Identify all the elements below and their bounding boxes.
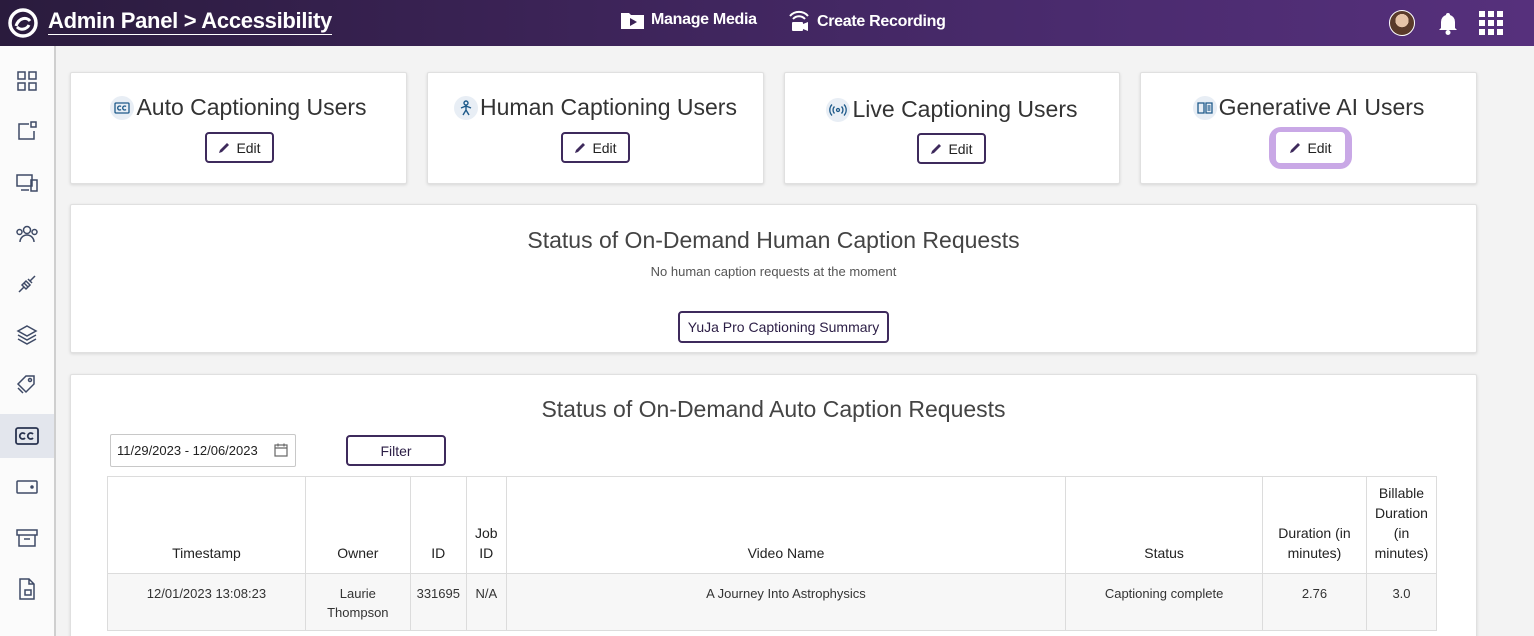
manage-media-button[interactable]: Manage Media [620, 10, 757, 30]
sidebar-item-content[interactable] [0, 109, 54, 153]
sidebar [0, 46, 56, 636]
yuja-logo-icon[interactable] [7, 7, 39, 39]
users-icon [16, 225, 38, 243]
user-avatar[interactable] [1389, 10, 1415, 36]
pencil-icon [931, 143, 942, 154]
auto-captioning-title: Auto Captioning Users [71, 94, 406, 121]
content-icon [18, 121, 37, 140]
auto-requests-title: Status of On-Demand Auto Caption Request… [541, 396, 1006, 422]
layers-icon [16, 325, 38, 345]
create-recording-label: Create Recording [817, 13, 946, 30]
live-captioning-title: Live Captioning Users [785, 96, 1119, 123]
manage-media-label: Manage Media [651, 11, 757, 28]
cell-id: 331695 [409, 573, 467, 631]
col-id[interactable]: ID [409, 476, 467, 574]
media-folder-icon [621, 13, 644, 29]
create-recording-button[interactable]: Create Recording [787, 10, 946, 34]
date-range-input[interactable]: 11/29/2023 - 12/06/2023 [110, 434, 296, 467]
sidebar-item-reports[interactable] [0, 567, 54, 611]
cell-duration: 2.76 [1262, 573, 1367, 631]
cell-owner: Laurie Thompson [304, 573, 411, 631]
auto-captioning-edit-button[interactable]: Edit [205, 132, 274, 163]
live-captioning-edit-button[interactable]: Edit [917, 133, 986, 164]
no-requests-message: No human caption requests at the moment [650, 264, 897, 279]
cell-status: Captioning complete [1065, 573, 1264, 631]
generative-ai-card: Generative AI Users Edit [1140, 72, 1477, 184]
sidebar-item-users[interactable] [0, 212, 54, 256]
col-status[interactable]: Status [1065, 476, 1264, 574]
top-bar: Admin Panel > Accessibility Manage Media… [0, 0, 1534, 46]
calendar-icon[interactable] [274, 443, 288, 457]
col-duration[interactable]: Duration (in minutes) [1262, 476, 1367, 574]
table-header-row: Timestamp Owner ID Job ID Video Name Sta… [107, 476, 1438, 574]
sidebar-item-storage[interactable] [0, 465, 54, 509]
archive-icon [16, 529, 38, 547]
pro-captioning-summary-button[interactable]: YuJa Pro Captioning Summary [678, 311, 889, 343]
auto-requests-table: Timestamp Owner ID Job ID Video Name Sta… [107, 476, 1438, 631]
storage-icon [16, 480, 38, 494]
cell-timestamp: 12/01/2023 13:08:23 [107, 573, 306, 631]
col-job-id[interactable]: Job ID [465, 476, 507, 574]
sidebar-item-dashboard[interactable] [0, 59, 54, 103]
dashboard-icon [17, 71, 37, 91]
integrations-icon [18, 275, 36, 293]
table-row[interactable]: 12/01/2023 13:08:23 Laurie Thompson 3316… [107, 573, 1438, 631]
cell-job-id: N/A [465, 573, 507, 631]
sidebar-item-layers[interactable] [0, 313, 54, 357]
filter-button[interactable]: Filter [346, 435, 446, 466]
pencil-icon [1290, 142, 1301, 153]
cell-video-name: A Journey Into Astrophysics [505, 573, 1067, 631]
col-owner[interactable]: Owner [304, 476, 411, 574]
generative-ai-edit-button[interactable]: Edit [1276, 132, 1345, 163]
human-requests-panel: Status of On-Demand Human Caption Reques… [70, 204, 1477, 353]
col-video-name[interactable]: Video Name [505, 476, 1067, 574]
human-captioning-title: Human Captioning Users [428, 94, 763, 121]
date-range-value: 11/29/2023 - 12/06/2023 [117, 443, 258, 458]
pencil-icon [575, 142, 586, 153]
sidebar-item-archive[interactable] [0, 516, 54, 560]
auto-captioning-card: Auto Captioning Users Edit [70, 72, 407, 184]
sidebar-item-captions[interactable] [0, 414, 54, 458]
sidebar-item-billing[interactable] [0, 363, 54, 407]
page-title[interactable]: Admin Panel > Accessibility [48, 9, 332, 35]
auto-requests-panel: Status of On-Demand Auto Caption Request… [70, 374, 1477, 636]
human-captioning-edit-button[interactable]: Edit [561, 132, 630, 163]
notifications-bell-icon[interactable] [1437, 11, 1459, 35]
cc-icon [110, 95, 135, 120]
sidebar-item-devices[interactable] [0, 161, 54, 205]
person-icon [454, 95, 479, 120]
captions-cc-icon [15, 427, 39, 445]
live-captioning-card: Live Captioning Users Edit [784, 72, 1120, 184]
col-billable-duration[interactable]: Billable Duration (in minutes) [1365, 476, 1438, 574]
broadcast-icon [826, 97, 851, 122]
reports-icon [19, 578, 35, 600]
cell-billable: 3.0 [1365, 573, 1438, 631]
human-requests-title: Status of On-Demand Human Caption Reques… [527, 227, 1020, 253]
book-icon [1192, 95, 1217, 120]
billing-tag-icon [16, 375, 35, 394]
pencil-icon [219, 142, 230, 153]
col-timestamp[interactable]: Timestamp [107, 476, 306, 574]
devices-icon [16, 174, 38, 192]
human-captioning-card: Human Captioning Users Edit [427, 72, 764, 184]
recording-icon [789, 10, 809, 31]
apps-grid-icon[interactable] [1479, 11, 1503, 35]
sidebar-item-integrations[interactable] [0, 262, 54, 306]
generative-ai-title: Generative AI Users [1141, 94, 1476, 121]
